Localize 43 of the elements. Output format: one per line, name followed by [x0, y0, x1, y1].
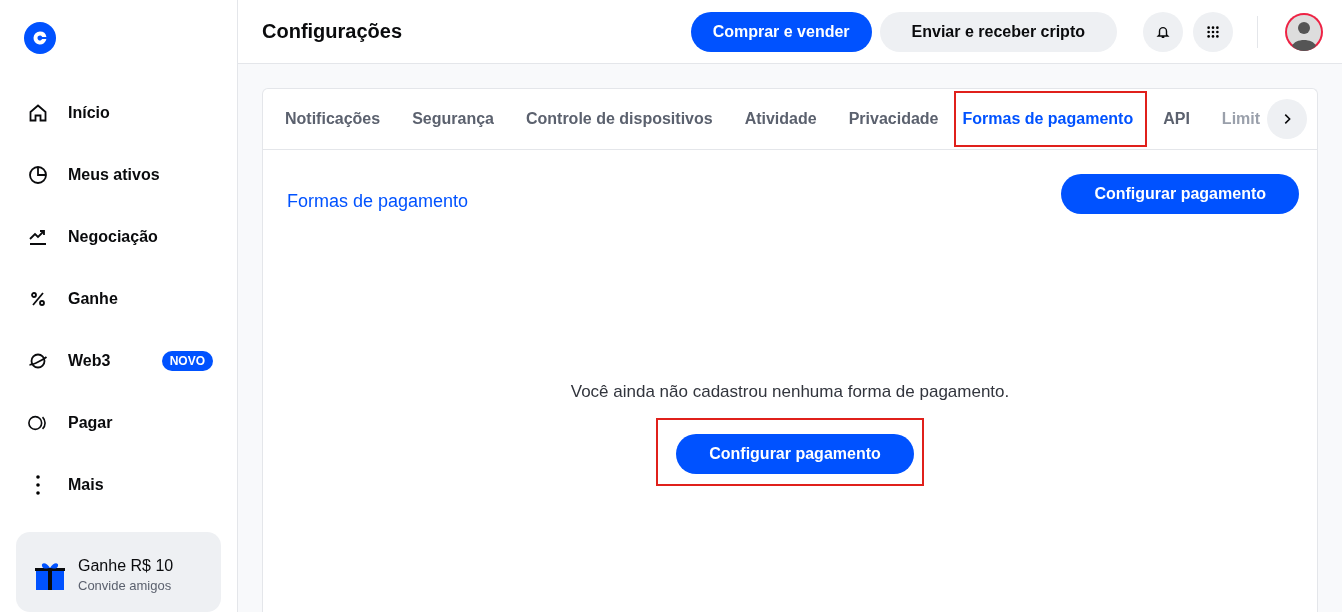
buy-sell-button[interactable]: Comprar e vender — [690, 11, 872, 52]
pie-chart-icon — [28, 165, 48, 185]
nav-item[interactable]: Web3 NOVO — [16, 330, 221, 392]
promo-subtitle: Convide amigos — [78, 578, 173, 593]
app-grid-icon[interactable] — [1193, 11, 1233, 52]
notification-icon[interactable] — [1143, 11, 1183, 52]
page-title: Configurações — [262, 20, 403, 43]
nav-label: Início — [68, 104, 111, 122]
logo-icon[interactable] — [24, 22, 56, 54]
promo-card[interactable]: Ganhe R$ 10 Convide amigos — [16, 532, 221, 612]
nav-label: Meus ativos — [68, 166, 161, 184]
setup-payment-button[interactable]: Configurar pagamento — [1061, 174, 1299, 214]
planet-icon — [28, 351, 48, 371]
setup-payment-button[interactable]: Configurar pagamento — [676, 434, 914, 474]
nav-label: Negociação — [68, 228, 159, 246]
avatar[interactable] — [1284, 11, 1324, 52]
nav-item[interactable]: Negociação — [16, 206, 221, 268]
percent-icon — [28, 289, 48, 309]
nav-item[interactable]: Início — [16, 82, 221, 144]
settings-tab[interactable]: Formas de pagamento — [954, 91, 1148, 147]
home-icon — [28, 103, 48, 123]
nav-label: Ganhe — [68, 290, 119, 308]
nav-item[interactable]: Mais — [16, 454, 221, 516]
nav-label: Mais — [68, 476, 105, 494]
settings-tab[interactable]: Notificações — [283, 91, 397, 147]
nav-item[interactable]: Ganhe — [16, 268, 221, 330]
section-title: Formas de pagamento — [287, 190, 469, 212]
settings-tab[interactable]: Segurança — [396, 91, 510, 147]
send-receive-button[interactable]: Enviar e receber cripto — [879, 11, 1117, 52]
nav-item[interactable]: Pagar — [16, 392, 221, 454]
settings-tab[interactable]: API — [1147, 91, 1206, 147]
settings-tab[interactable]: Atividade — [728, 91, 833, 147]
settings-tab[interactable]: Controle de dispositivos — [509, 91, 729, 147]
more-icon — [36, 475, 40, 495]
nav-label: Web3 — [68, 352, 112, 370]
nav-item[interactable]: Meus ativos — [16, 144, 221, 206]
empty-message: Você ainda não cadastrou nenhuma forma de pagamento. — [570, 382, 1010, 402]
promo-title: Ganhe R$ 10 — [78, 557, 174, 575]
settings-tab[interactable]: Privacidade — [832, 91, 955, 147]
pay-icon — [28, 413, 48, 433]
trend-chart-icon — [28, 227, 48, 247]
nav-label: Pagar — [68, 414, 114, 432]
new-badge: NOVO — [161, 351, 213, 371]
